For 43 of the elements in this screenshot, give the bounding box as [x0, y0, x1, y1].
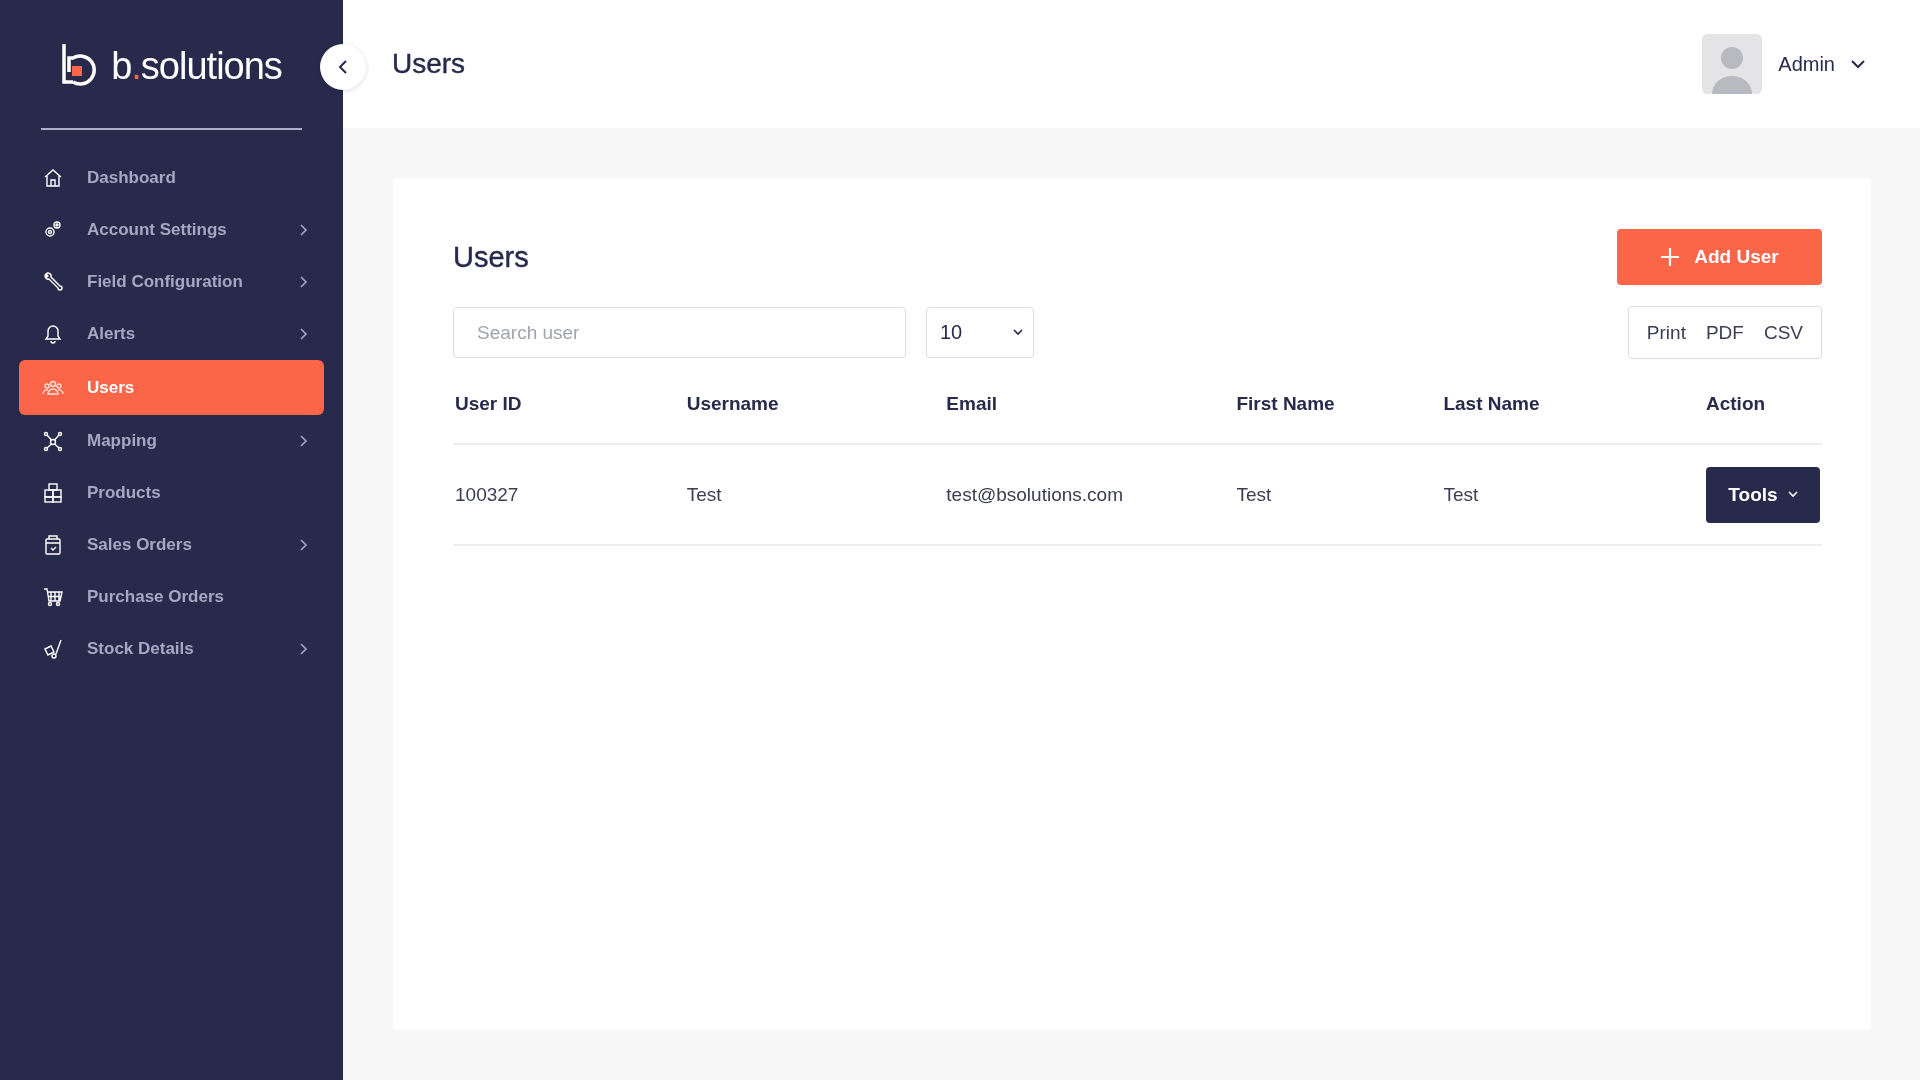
sidebar-item[interactable]: Field Configuration — [19, 256, 324, 308]
page-title: Users — [392, 48, 467, 80]
table-cell: Test — [1236, 483, 1272, 505]
plus-icon — [1660, 247, 1681, 267]
chevron-down-icon[interactable] — [1851, 59, 1865, 69]
logo-text: b.solutions — [111, 44, 282, 88]
menu-icon — [41, 481, 65, 505]
tools-button[interactable]: Tools — [1706, 466, 1820, 523]
export-button[interactable]: PDF — [1695, 321, 1754, 344]
sidebar-item[interactable]: Purchase Orders — [19, 571, 324, 623]
add-user-button[interactable]: Add User — [1617, 229, 1822, 285]
export-button[interactable]: Print — [1636, 321, 1696, 344]
user-name[interactable]: Admin — [1778, 52, 1835, 76]
column-header: Email — [944, 365, 1235, 444]
search-field[interactable]: Search user — [453, 307, 906, 358]
card-title: Users — [453, 240, 529, 274]
sidebar-item[interactable]: Account Settings — [19, 204, 324, 256]
chevron-down-icon — [1013, 329, 1023, 336]
chevron-left-icon — [338, 59, 348, 75]
menu-icon — [41, 637, 65, 661]
collapse-button[interactable] — [320, 44, 366, 90]
column-header: Action — [1704, 365, 1822, 444]
sidebar-item[interactable]: Alerts — [19, 308, 324, 360]
sidebar-item[interactable]: Users — [19, 360, 324, 415]
menu-icon — [41, 270, 65, 294]
column-header: Last Name — [1441, 365, 1704, 444]
sidebar-item[interactable]: Products — [19, 467, 324, 519]
column-header: First Name — [1234, 365, 1442, 444]
sidebar-item[interactable]: Dashboard — [19, 152, 324, 204]
sidebar-item[interactable]: Stock Details — [19, 623, 324, 675]
menu-icon — [41, 585, 65, 609]
page-size-select[interactable]: 10 — [926, 307, 1034, 358]
table-cell: Test — [1443, 483, 1479, 505]
table-cell: Test — [686, 483, 722, 505]
sidebar-item[interactable]: Sales Orders — [19, 519, 324, 571]
column-header: User ID — [453, 365, 685, 444]
table-cell: test@bsolutions.com — [946, 483, 1123, 505]
column-header: Username — [684, 365, 945, 444]
menu-icon — [41, 429, 65, 453]
chevron-down-icon — [1787, 491, 1798, 498]
table-cell: 100327 — [455, 483, 519, 505]
export-button[interactable]: CSV — [1753, 321, 1813, 344]
sidebar-item[interactable]: Mapping — [19, 415, 324, 467]
